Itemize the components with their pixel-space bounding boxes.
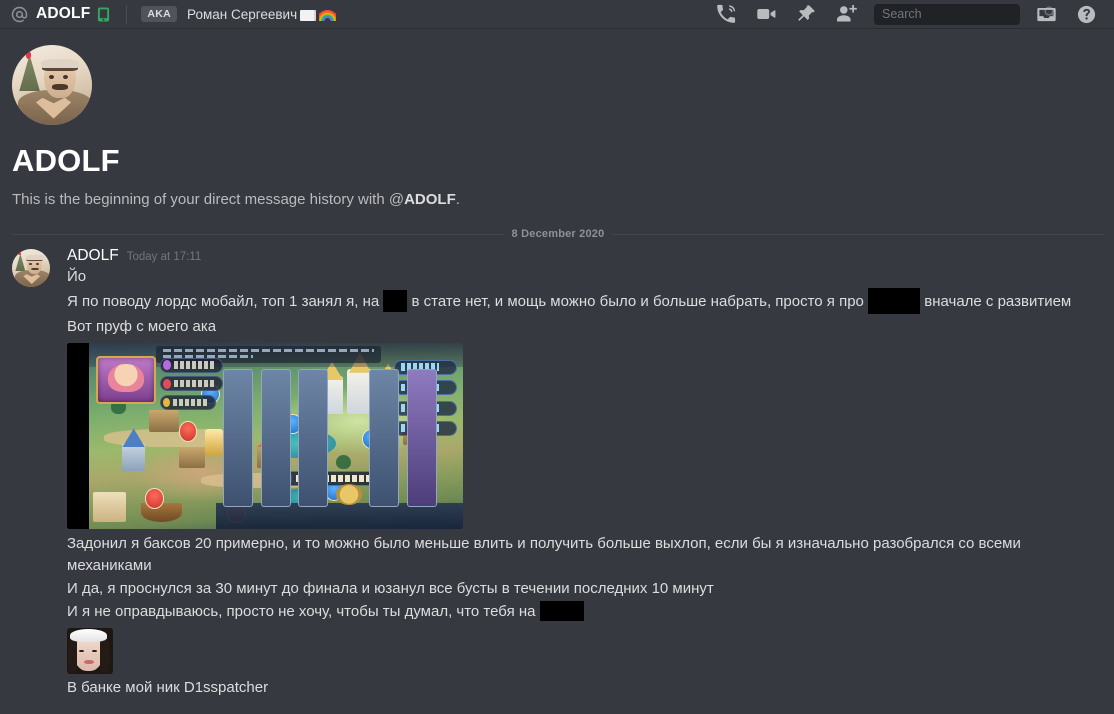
divider-date-label: 8 December 2020: [511, 228, 605, 240]
avatar-artwork: [12, 45, 92, 125]
avatar[interactable]: [12, 45, 92, 125]
top-bar: ADOLF AKA Роман Сергеевич: [0, 0, 1114, 29]
add-friend-button[interactable]: [826, 0, 866, 29]
dm-intro-prefix: This is the beginning of your direct mes…: [12, 191, 405, 208]
message-group: ADOLF Today at 17:11 Йо Я по поводу лорд…: [0, 240, 1114, 699]
dm-header-left: ADOLF: [10, 5, 110, 24]
message-scroll-area[interactable]: ADOLF This is the beginning of your dire…: [0, 29, 1114, 714]
dm-intro-subtitle: This is the beginning of your direct mes…: [12, 191, 1094, 208]
redaction-box: [868, 288, 921, 314]
dm-intro-suffix: .: [455, 191, 460, 208]
message-text-part: в стате нет, и мощь можно было и больше …: [411, 292, 864, 310]
date-divider: 8 December 2020: [12, 228, 1104, 240]
mobile-phone-icon: [97, 7, 110, 22]
pin-icon[interactable]: [786, 0, 826, 29]
dm-intro: ADOLF This is the beginning of your dire…: [0, 29, 1114, 208]
dm-title: ADOLF: [36, 5, 91, 22]
aka-nickname: Роман Сергеевич: [187, 6, 337, 22]
redaction-box: [539, 601, 584, 622]
page-title: ADOLF: [12, 143, 120, 178]
message-text-part: вначале с развитием: [924, 292, 1072, 310]
help-button[interactable]: [1066, 0, 1106, 29]
message-line: В банке мой ник D1sspatcher: [67, 679, 269, 696]
divider-line-right: [612, 233, 1104, 235]
aka-nickname-text: Роман Сергеевич: [187, 6, 298, 22]
aka-badge: AKA: [141, 5, 178, 23]
game-screenshot-attachment[interactable]: [67, 343, 463, 529]
search-input[interactable]: [882, 7, 1043, 21]
message-line: И да, я проснулся за 30 минут до финала …: [67, 580, 714, 597]
message-text-part: И я не оправдываюсь, просто не хочу, что…: [67, 603, 536, 620]
message-timestamp: Today at 17:11: [126, 251, 202, 263]
message-line: Я по поводу лордс мобайл, топ 1 занял я,…: [67, 288, 1102, 315]
sticker-artwork: [67, 628, 113, 674]
dm-intro-username: ADOLF: [404, 191, 456, 208]
message-author[interactable]: ADOLF: [67, 247, 119, 265]
redaction-box: [383, 290, 408, 312]
rainbow-emoji: [319, 9, 337, 21]
message-line: Вот пруф с моего ака: [67, 318, 217, 335]
message-line: И я не оправдываюсь, просто не хочу, что…: [67, 601, 1102, 623]
inbox-button[interactable]: [1026, 0, 1066, 29]
header-divider: [126, 4, 128, 24]
top-bar-actions: [706, 0, 1106, 29]
game-screenshot-artwork: [67, 343, 463, 529]
message-body: ADOLF Today at 17:11 Йо Я по поводу лорд…: [67, 247, 1102, 699]
avatar-artwork: [12, 249, 50, 287]
at-icon: [10, 5, 29, 24]
call-button[interactable]: [706, 0, 746, 29]
message-line: Йо: [67, 268, 87, 285]
message-header: ADOLF Today at 17:11: [67, 247, 1102, 265]
video-call-button[interactable]: [746, 0, 786, 29]
avatar[interactable]: [12, 249, 50, 287]
sticker-attachment[interactable]: [67, 628, 113, 674]
message-line: Задонил я баксов 20 примерно, и то можно…: [67, 535, 1021, 574]
search-box[interactable]: [874, 3, 1056, 25]
message-text-part: Я по поводу лордс мобайл, топ 1 занял я,…: [67, 292, 380, 310]
white-flag-emoji: [300, 9, 317, 21]
divider-line-left: [12, 233, 504, 235]
